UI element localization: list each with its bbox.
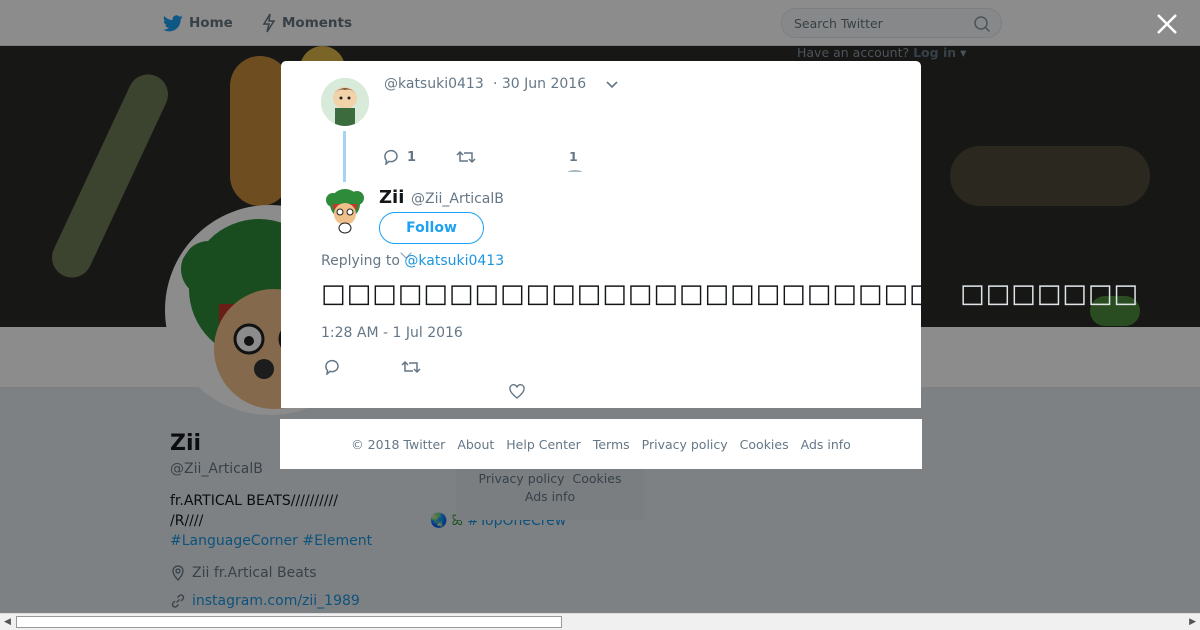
context-tweet-avatar[interactable] bbox=[321, 78, 369, 126]
scroll-right-icon[interactable]: ▶ bbox=[1189, 617, 1196, 627]
retweet-button[interactable] bbox=[456, 149, 476, 165]
help-center-link[interactable]: Help Center bbox=[506, 437, 581, 452]
heart-icon[interactable] bbox=[509, 384, 525, 399]
context-avatar-image bbox=[321, 78, 369, 126]
main-tweet-author-name[interactable]: Zii bbox=[379, 187, 404, 208]
context-tweet-handle[interactable]: @katsuki0413 bbox=[384, 76, 484, 92]
retweet-icon[interactable] bbox=[401, 359, 421, 375]
scroll-left-icon[interactable]: ◀ bbox=[4, 617, 11, 627]
replying-to-link[interactable]: @katsuki0413 bbox=[404, 253, 504, 269]
like-animation-mark bbox=[568, 170, 582, 174]
like-count: 1 bbox=[569, 149, 578, 164]
tweet-permalink-modal: @katsuki0413 · 30 Jun 2016 1 1 Zii @Zii_… bbox=[281, 61, 921, 408]
context-tweet-actions: 1 bbox=[382, 147, 476, 167]
tweet-timestamp[interactable]: 1:28 AM - 1 Jul 2016 bbox=[321, 325, 463, 341]
context-tweet-date[interactable]: · 30 Jun 2016 bbox=[493, 76, 586, 92]
reply-count: 1 bbox=[407, 149, 417, 165]
terms-link[interactable]: Terms bbox=[593, 437, 630, 452]
thread-connector-line bbox=[343, 131, 346, 182]
follow-button[interactable]: Follow bbox=[379, 212, 484, 244]
copyright-text: © 2018 Twitter bbox=[351, 436, 446, 452]
modal-footer-links: © 2018 Twitter About Help Center Terms P… bbox=[280, 419, 922, 469]
ads-info-link[interactable]: Ads info bbox=[801, 437, 851, 452]
close-icon[interactable] bbox=[1153, 10, 1181, 38]
main-tweet-avatar[interactable] bbox=[325, 186, 365, 234]
cookies-link[interactable]: Cookies bbox=[740, 437, 789, 452]
about-link[interactable]: About bbox=[457, 437, 494, 452]
reply-button[interactable]: 1 bbox=[382, 149, 416, 165]
tweet-text-overflow: □□□□□□□ bbox=[960, 279, 1139, 309]
main-tweet-actions bbox=[323, 359, 421, 375]
main-avatar-image bbox=[326, 189, 364, 234]
tweet-text: □□□□□□□□□□□□□□□□□□□□□□□□□□□□□□□□□□□□□□□□… bbox=[321, 279, 921, 309]
reply-icon bbox=[384, 149, 398, 165]
privacy-policy-link[interactable]: Privacy policy bbox=[642, 437, 728, 452]
chevron-down-icon[interactable] bbox=[605, 77, 619, 91]
scrollbar-thumb[interactable] bbox=[16, 616, 562, 628]
replying-prefix: Replying to bbox=[321, 253, 405, 269]
horizontal-scrollbar[interactable]: ◀ ▶ bbox=[0, 613, 1200, 630]
reply-icon[interactable] bbox=[323, 359, 341, 375]
replying-to: Replying to @katsuki0413 bbox=[321, 253, 504, 269]
main-tweet-author-handle[interactable]: @Zii_ArticalB bbox=[411, 191, 504, 207]
retweet-icon bbox=[456, 150, 476, 164]
